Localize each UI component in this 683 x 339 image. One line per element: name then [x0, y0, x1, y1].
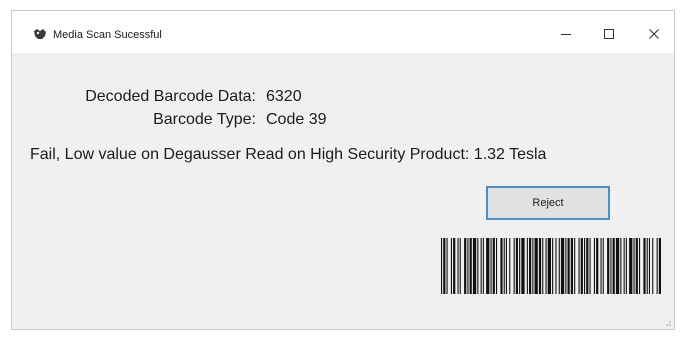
- reject-button[interactable]: Reject: [486, 186, 610, 220]
- barcode-bar: [469, 238, 472, 294]
- barcode-bar: [629, 238, 633, 294]
- close-icon: [649, 29, 659, 39]
- barcode-image: [441, 238, 661, 294]
- barcode-bar: [477, 238, 479, 294]
- barcode-bar: [464, 238, 467, 294]
- barcode-bar: [519, 238, 521, 294]
- dialog-body: Decoded Barcode Data: 6320 Barcode Type:…: [12, 53, 674, 329]
- barcode-bar: [580, 238, 583, 294]
- barcode-bar: [586, 238, 589, 294]
- barcode-bar: [441, 238, 443, 294]
- barcode-bar: [610, 238, 612, 294]
- barcode-bar: [509, 238, 511, 294]
- barcode-bar: [648, 238, 650, 294]
- barcode-bar: [513, 238, 515, 294]
- barcode-bar: [467, 238, 469, 294]
- decoded-data-label: Decoded Barcode Data:: [85, 88, 256, 105]
- barcode-bar: [593, 238, 595, 294]
- window-title: Media Scan Sucessful: [53, 29, 162, 41]
- barcode-bar: [602, 238, 604, 294]
- barcode-bar: [589, 238, 591, 294]
- barcode-bar: [633, 238, 635, 294]
- barcode-bar: [584, 238, 586, 294]
- barcode-type-value: Code 39: [266, 111, 327, 128]
- barcode-bar: [542, 238, 544, 294]
- status-message: Fail, Low value on Degausser Read on Hig…: [30, 146, 547, 163]
- barcode-bar: [643, 238, 646, 294]
- barcode-bar: [538, 238, 542, 294]
- barcode-bar: [578, 238, 580, 294]
- barcode-bar: [635, 238, 638, 294]
- barcode-bar: [532, 238, 534, 294]
- barcode-bar: [607, 238, 610, 294]
- barcode-bar: [515, 238, 518, 294]
- barcode-bar: [534, 238, 538, 294]
- barcode-bar: [526, 238, 528, 294]
- barcode-bar: [450, 238, 452, 294]
- barcode-bar: [620, 238, 622, 294]
- barcode-bar: [472, 238, 477, 294]
- barcode-bar: [505, 238, 507, 294]
- barcode-bar: [446, 238, 448, 294]
- minimize-button[interactable]: [553, 23, 579, 45]
- barcode-bar: [486, 238, 490, 294]
- barcode-bar: [574, 238, 576, 294]
- dialog-window: Media Scan Sucessful Decoded Barcode Dat…: [11, 10, 675, 330]
- barcode-bar: [547, 238, 551, 294]
- barcode-bar: [482, 238, 484, 294]
- barcode-bar: [623, 238, 625, 294]
- barcode-bar: [459, 238, 461, 294]
- barcode-bar: [496, 238, 498, 294]
- barcode-bar: [552, 238, 554, 294]
- barcode-bar: [615, 238, 620, 294]
- barcode-bar: [652, 238, 654, 294]
- barcode-bar: [567, 238, 570, 294]
- barcode-bar: [443, 238, 446, 294]
- minimize-icon: [561, 34, 571, 35]
- maximize-icon: [604, 29, 614, 39]
- barcode-bar: [555, 238, 557, 294]
- barcode-bar: [560, 238, 565, 294]
- barcode-bar: [453, 238, 456, 294]
- barcode-bar: [521, 238, 525, 294]
- decoded-data-value: 6320: [266, 88, 302, 105]
- barcode-bar: [658, 238, 661, 294]
- title-bar[interactable]: Media Scan Sucessful: [12, 11, 674, 53]
- maximize-button[interactable]: [596, 23, 622, 45]
- barcode-bar: [529, 238, 532, 294]
- resize-grip-icon[interactable]: [664, 319, 672, 327]
- barcode-bar: [565, 238, 567, 294]
- barcode-bar: [490, 238, 492, 294]
- barcode-bar: [457, 238, 459, 294]
- barcode-bar: [625, 238, 627, 294]
- barcode-bar: [639, 238, 641, 294]
- barcode-bar: [612, 238, 615, 294]
- close-button[interactable]: [641, 23, 667, 45]
- barcode-bar: [480, 238, 482, 294]
- barcode-bar: [646, 238, 648, 294]
- barcode-bar: [600, 238, 602, 294]
- barcode-bar: [656, 238, 658, 294]
- barcode-bar: [492, 238, 495, 294]
- barcode-bar: [558, 238, 560, 294]
- barcode-bar: [503, 238, 505, 294]
- barcode-type-label: Barcode Type:: [153, 111, 256, 128]
- app-icon: [34, 29, 46, 39]
- barcode-bar: [596, 238, 599, 294]
- barcode-bar: [500, 238, 503, 294]
- barcode-bar: [545, 238, 547, 294]
- barcode-bar: [570, 238, 573, 294]
